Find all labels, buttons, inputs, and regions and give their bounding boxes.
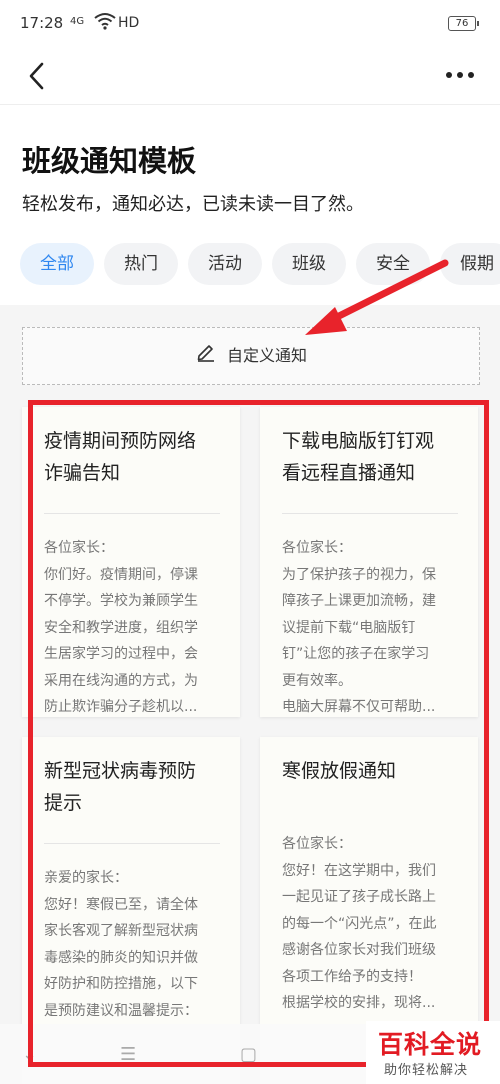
card-preview: 各位家长： 您好！在这学期中，我们 一起见证了孩子成长路上 的每一个“闪光点”，… xyxy=(282,836,437,1011)
custom-notice-label: 自定义通知 xyxy=(226,346,307,365)
template-card-fraud[interactable]: 疫情期间预防网络 诈骗告知 各位家长： 你们好。疫情期间，停课 不停学。学校为兼… xyxy=(22,407,240,717)
tab-activity[interactable]: 活动 xyxy=(188,243,262,285)
card-preview: 亲爱的家长： 您好！寒假已至，请全体 家长客观了解新型冠状病 毒感染的肺炎的知识… xyxy=(44,870,198,1019)
status-time: 17:28 xyxy=(20,14,64,32)
watermark-main: 百科全说 xyxy=(378,1030,483,1059)
card-divider xyxy=(44,843,220,844)
back-arrow-icon xyxy=(29,62,44,90)
watermark-logo: 百科全说 助你轻松解决 xyxy=(366,1021,500,1084)
nav-menu-icon[interactable]: ☰ xyxy=(120,1044,136,1065)
network-indicator: 4G xyxy=(70,16,85,27)
card-preview: 各位家长： 你们好。疫情期间，停课 不停学。学校为兼顾学生 安全和教学进度，组织… xyxy=(44,540,198,715)
card-divider xyxy=(44,513,220,514)
back-button[interactable] xyxy=(20,58,56,94)
hd-indicator: HD xyxy=(118,15,140,31)
nav-down-icon[interactable]: ⌄ xyxy=(22,1044,37,1065)
tab-hot[interactable]: 热门 xyxy=(104,243,178,285)
nav-bar xyxy=(0,48,500,105)
nav-home-icon[interactable]: ▢ xyxy=(240,1044,257,1065)
more-dots-icon xyxy=(446,72,474,78)
card-preview: 各位家长： 为了保护孩子的视力，保 障孩子上课更加流畅，建 议提前下载“电脑版钉… xyxy=(282,540,436,715)
card-title: 下载电脑版钉钉观 看远程直播通知 xyxy=(282,430,435,484)
template-list: 自定义通知 疫情期间预防网络 诈骗告知 各位家长： 你们好。疫情期间，停课 不停… xyxy=(0,305,500,1084)
page-subtitle: 轻松发布，通知必达，已读未读一目了然。 xyxy=(22,194,364,215)
wifi-icon xyxy=(94,12,116,34)
tab-all[interactable]: 全部 xyxy=(20,243,94,285)
battery-icon: 76 xyxy=(448,16,479,31)
more-options-button[interactable] xyxy=(440,60,480,90)
card-title: 新型冠状病毒预防 提示 xyxy=(44,760,197,814)
card-title: 寒假放假通知 xyxy=(282,760,397,782)
card-title: 疫情期间预防网络 诈骗告知 xyxy=(44,430,197,484)
template-card-livestream[interactable]: 下载电脑版钉钉观 看远程直播通知 各位家长： 为了保护孩子的视力，保 障孩子上课… xyxy=(260,407,478,717)
watermark-sub: 助你轻松解决 xyxy=(384,1063,469,1078)
card-divider xyxy=(282,513,458,514)
pencil-icon xyxy=(195,329,217,385)
status-bar: 17:28 4G HD 76 xyxy=(0,0,500,48)
annotation-arrow-icon xyxy=(305,259,449,335)
page-title: 班级通知模板 xyxy=(22,144,197,178)
